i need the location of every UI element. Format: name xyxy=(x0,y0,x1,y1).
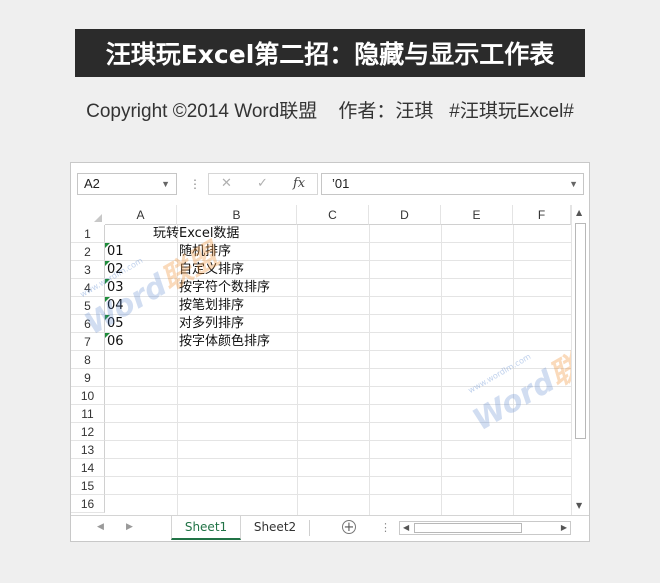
formula-buttons: ✕ ✓ fx xyxy=(208,173,318,195)
horizontal-scrollbar[interactable]: ◀ ▶ xyxy=(399,521,571,535)
gridline xyxy=(105,440,571,441)
gridline xyxy=(105,458,571,459)
row-header-6[interactable]: 6 xyxy=(71,315,105,333)
vertical-scroll-thumb[interactable] xyxy=(575,223,586,439)
hashtag-text: #汪琪玩Excel# xyxy=(449,101,574,122)
cell-b7[interactable]: 按字体颜色排序 xyxy=(177,333,270,351)
row-header-1[interactable]: 1 xyxy=(71,225,105,243)
copyright-text: Copyright ©2014 Word联盟 xyxy=(86,101,318,122)
watermark-url: www.wordlm.com xyxy=(466,351,533,396)
row-header-2[interactable]: 2 xyxy=(71,243,105,261)
scroll-down-icon[interactable]: ▼ xyxy=(576,501,582,510)
worksheet-grid: A B C D E F 1 2 3 4 5 6 7 8 9 10 11 12 1… xyxy=(71,205,589,515)
cell-b2[interactable]: 随机排序 xyxy=(177,243,231,261)
row-header-11[interactable]: 11 xyxy=(71,405,105,423)
column-header-c[interactable]: C xyxy=(297,205,369,225)
cell-b3[interactable]: 自定义排序 xyxy=(177,261,244,279)
gridline xyxy=(105,296,571,297)
scroll-left-icon[interactable]: ◀ xyxy=(403,523,409,532)
horizontal-scroll-thumb[interactable] xyxy=(414,523,522,533)
cell-header[interactable]: 玩转Excel数据 xyxy=(151,225,239,243)
excel-window: A2 ▼ ⋮ ✕ ✓ fx ’01 ▼ A B C D E F 1 2 3 4 … xyxy=(70,162,590,542)
cell-b5[interactable]: 按笔划排序 xyxy=(177,297,244,315)
gridline xyxy=(105,350,571,351)
gridline xyxy=(105,476,571,477)
formula-bar: A2 ▼ ⋮ ✕ ✓ fx ’01 ▼ xyxy=(71,163,589,206)
row-header-8[interactable]: 8 xyxy=(71,351,105,369)
tab-divider xyxy=(309,520,310,536)
gridline xyxy=(105,332,571,333)
cell-b6[interactable]: 对多列排序 xyxy=(177,315,244,333)
chevron-down-icon[interactable]: ▼ xyxy=(161,174,170,194)
row-header-12[interactable]: 12 xyxy=(71,423,105,441)
column-header-f[interactable]: F xyxy=(513,205,571,225)
select-all-corner[interactable] xyxy=(71,205,105,225)
tab-sheet1[interactable]: Sheet1 xyxy=(171,516,241,540)
insert-function-icon[interactable]: fx xyxy=(293,174,305,194)
scroll-up-icon[interactable]: ▲ xyxy=(576,208,582,217)
row-header-5[interactable]: 5 xyxy=(71,297,105,315)
text-number-indicator xyxy=(105,279,110,284)
add-sheet-icon[interactable]: + xyxy=(342,520,356,534)
watermark-word: Word xyxy=(467,363,562,439)
row-header-13[interactable]: 13 xyxy=(71,441,105,459)
row-header-4[interactable]: 4 xyxy=(71,279,105,297)
gridline xyxy=(105,404,571,405)
gridline xyxy=(105,368,571,369)
row-header-16[interactable]: 16 xyxy=(71,495,105,513)
text-number-indicator xyxy=(105,243,110,248)
tab-sheet2[interactable]: Sheet2 xyxy=(241,516,309,540)
name-box-value: A2 xyxy=(84,176,100,191)
prev-sheet-icon[interactable]: ◀ xyxy=(97,522,104,532)
gridline xyxy=(297,225,298,515)
copyright-line: Copyright ©2014 Word联盟 作者：汪琪 #汪琪玩Excel# xyxy=(0,96,660,124)
row-header-9[interactable]: 9 xyxy=(71,369,105,387)
text-number-indicator xyxy=(105,333,110,338)
row-header-7[interactable]: 7 xyxy=(71,333,105,351)
enter-icon[interactable]: ✓ xyxy=(257,174,268,194)
column-header-d[interactable]: D xyxy=(369,205,441,225)
gridline xyxy=(105,386,571,387)
gridline xyxy=(105,314,571,315)
row-header-14[interactable]: 14 xyxy=(71,459,105,477)
text-number-indicator xyxy=(105,297,110,302)
text-number-indicator xyxy=(105,315,110,320)
name-box[interactable]: A2 ▼ xyxy=(77,173,177,195)
more-options-icon: ⋮ xyxy=(380,521,391,534)
gridline xyxy=(105,278,571,279)
cell-b4[interactable]: 按字符个数排序 xyxy=(177,279,270,297)
scroll-right-icon[interactable]: ▶ xyxy=(561,523,567,532)
cancel-icon[interactable]: ✕ xyxy=(221,174,232,194)
row-header-10[interactable]: 10 xyxy=(71,387,105,405)
gridline xyxy=(441,225,442,515)
expand-formula-icon[interactable]: ▼ xyxy=(569,174,578,194)
more-options-icon: ⋮ xyxy=(189,177,201,191)
vertical-scrollbar[interactable]: ▲ ▼ xyxy=(571,205,589,515)
text-number-indicator xyxy=(105,261,110,266)
formula-input[interactable]: ’01 ▼ xyxy=(321,173,584,195)
gridline xyxy=(105,422,571,423)
row-header-3[interactable]: 3 xyxy=(71,261,105,279)
column-header-b[interactable]: B xyxy=(177,205,297,225)
gridline xyxy=(105,494,571,495)
sheet-tab-bar: ◀ ▶ Sheet1 Sheet2 + ⋮ ◀ ▶ xyxy=(71,515,589,541)
column-header-a[interactable]: A xyxy=(105,205,177,225)
row-header-15[interactable]: 15 xyxy=(71,477,105,495)
author-text: 作者：汪琪 xyxy=(338,101,434,122)
next-sheet-icon[interactable]: ▶ xyxy=(126,522,133,532)
cell-a2[interactable]: 01 xyxy=(105,243,177,261)
formula-value: ’01 xyxy=(332,176,350,191)
column-header-e[interactable]: E xyxy=(441,205,513,225)
banner-title: 汪琪玩Excel第二招：隐藏与显示工作表 xyxy=(75,29,585,77)
gridline xyxy=(513,225,514,515)
gridline xyxy=(369,225,370,515)
